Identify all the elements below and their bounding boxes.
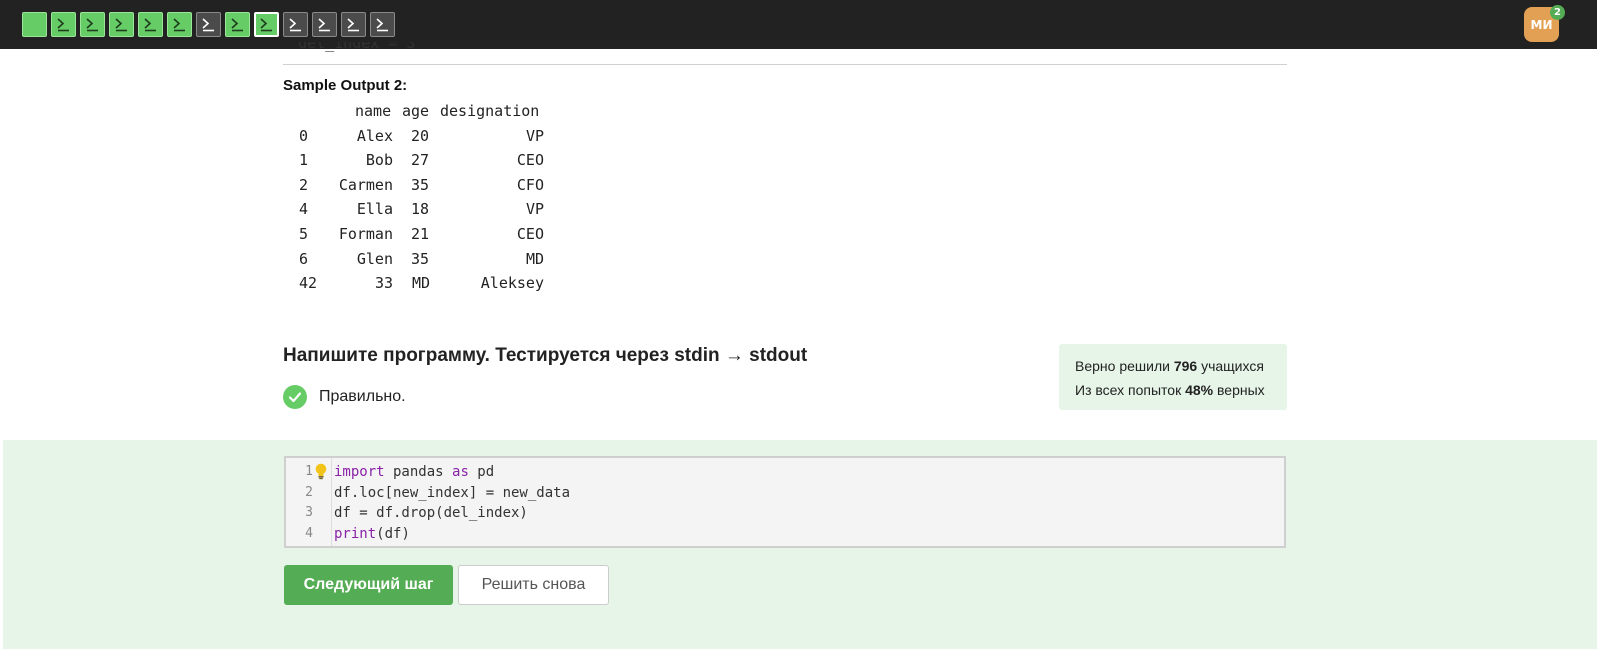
output-cell: MD [525, 249, 544, 268]
terminal-icon [57, 18, 69, 32]
step-10[interactable] [283, 12, 308, 37]
output-cell: Aleksey [480, 274, 544, 293]
code-line[interactable]: df.loc[new_index] = new_data [334, 483, 570, 504]
code-text: df = df.drop(del_index) [334, 505, 528, 522]
code-text: pandas [384, 464, 453, 480]
code-line[interactable]: print(df) [334, 524, 570, 545]
next-step-button[interactable]: Следующий шаг [284, 565, 453, 605]
terminal-icon [289, 18, 301, 32]
sample-output-title: Sample Output 2: [283, 77, 408, 94]
stats-percent: Из всех попыток 48% верных [1075, 382, 1265, 398]
line-number: 3 [305, 505, 313, 521]
output-row: 0 Alex 20 VP [283, 124, 983, 149]
step-7[interactable] [196, 12, 221, 37]
output-row: 2 Carmen 35 CFO [283, 173, 983, 198]
keyword: print [334, 526, 377, 543]
divider [283, 64, 1287, 65]
top-navigation-bar: МИ 2 [0, 0, 1597, 49]
output-cell: CEO [516, 224, 544, 243]
code-editor[interactable]: 1234 import pandas as pd df.loc[new_index… [284, 456, 1286, 548]
output-row: 5 Forman 21 CEO [283, 222, 983, 247]
step-3[interactable] [80, 12, 105, 37]
step-5[interactable] [138, 12, 163, 37]
code-text: df.loc[new_index] = new_data [334, 484, 571, 501]
output-row: 6 Glen 35 MD [283, 247, 983, 272]
terminal-icon [231, 18, 243, 32]
terminal-icon [115, 18, 127, 32]
result-label: Правильно. [319, 388, 406, 405]
task-title: Напишите программу. Тестируется через st… [283, 345, 808, 366]
lightbulb-icon[interactable] [314, 463, 328, 485]
code-line[interactable]: import pandas as pd [334, 462, 570, 483]
code-line[interactable]: df = df.drop(del_index) [334, 503, 570, 524]
output-cell: CEO [516, 151, 544, 170]
terminal-icon [86, 18, 98, 32]
step-8[interactable] [225, 12, 250, 37]
terminal-icon [260, 18, 272, 32]
step-1[interactable] [22, 12, 47, 37]
stats-solved: Верно решили 796 учащихся [1075, 358, 1264, 374]
step-4[interactable] [109, 12, 134, 37]
terminal-icon [144, 18, 156, 32]
step-6[interactable] [167, 12, 192, 37]
output-cell: CFO [516, 175, 544, 194]
lesson-steps [22, 12, 395, 37]
code-content[interactable]: import pandas as pd df.loc[new_index] = n… [334, 462, 570, 545]
code-text: pd [468, 464, 495, 480]
check-icon [283, 385, 307, 409]
code-text: (df) [376, 526, 410, 543]
terminal-icon [376, 18, 388, 32]
keyword: import [334, 464, 385, 480]
step-13[interactable] [370, 12, 395, 37]
step-9[interactable] [254, 12, 279, 37]
terminal-icon [347, 18, 359, 32]
step-11[interactable] [312, 12, 337, 37]
output-row: 4 Ella 18 VP [283, 197, 983, 222]
output-row: 42 33 MD Aleksey [283, 271, 983, 296]
line-number: 1 [305, 464, 313, 479]
column-header: age [402, 102, 430, 120]
line-number: 4 [305, 526, 313, 542]
output-cell: VP [525, 200, 544, 219]
column-header: name [355, 102, 392, 120]
step-12[interactable] [341, 12, 366, 37]
output-row: 1 Bob 27 CEO [283, 148, 983, 173]
notification-badge: 2 [1550, 5, 1565, 20]
terminal-icon [202, 18, 214, 32]
stats-panel: Верно решили 796 учащихся Из всех попыто… [1059, 344, 1287, 410]
terminal-icon [173, 18, 185, 32]
solve-again-button[interactable]: Решить снова [458, 565, 609, 605]
keyword: as [452, 464, 469, 480]
result-status: Правильно. [283, 385, 406, 409]
output-cell: VP [525, 126, 544, 145]
line-number: 2 [305, 484, 313, 500]
step-2[interactable] [51, 12, 76, 37]
sample-output-table: name age designation 0 Alex 20 VP 1 Bob 27 CEO 2 Car… [283, 99, 983, 296]
line-number-gutter: 1 2 3 4 [286, 458, 332, 546]
output-header: name age designation [283, 99, 983, 124]
terminal-icon [318, 18, 330, 32]
column-header: designation [440, 102, 540, 120]
